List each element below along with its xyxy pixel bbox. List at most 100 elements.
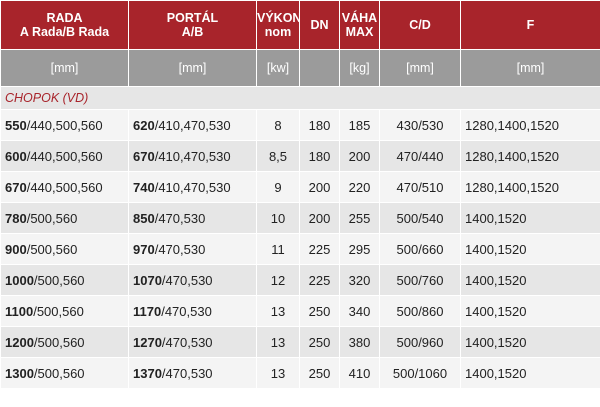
portal-main: 740 (133, 179, 155, 195)
portal-main: 850 (133, 210, 155, 226)
header-vaha: VÁHA MAX (340, 1, 379, 49)
cell-portal: 970/470,530 (129, 234, 256, 264)
header-dn: DN (300, 1, 339, 49)
table-row: 1300/500,560 1370/470,530 13 250 410 500… (1, 358, 600, 388)
rada-main: 1200 (5, 334, 34, 350)
cell-f: 1400,1520 (461, 265, 600, 295)
rada-main: 1100 (5, 303, 34, 319)
cell-dn: 250 (300, 296, 339, 326)
cell-cd: 500/860 (380, 296, 460, 326)
table-row: 780/500,560 850/470,530 10 200 255 500/5… (1, 203, 600, 233)
rada-main: 780 (5, 210, 27, 226)
cell-vykon: 10 (257, 203, 299, 233)
cell-vaha: 380 (340, 327, 379, 357)
rada-main: 600 (5, 148, 27, 164)
rada-variants: /500,560 (33, 272, 85, 288)
rada-main: 1300 (5, 365, 34, 381)
cell-portal: 1270/470,530 (129, 327, 256, 357)
unit-cd: [mm] (380, 50, 460, 86)
cell-f: 1400,1520 (461, 327, 600, 357)
table-row: 600/440,500,560 670/410,470,530 8,5 180 … (1, 141, 600, 171)
cell-f: 1280,1400,1520 (461, 141, 600, 171)
portal-main: 1070 (133, 272, 162, 288)
cell-vykon: 8,5 (257, 141, 299, 171)
portal-variants: /410,470,530 (154, 117, 231, 133)
cell-vykon: 8 (257, 110, 299, 140)
cell-dn: 250 (300, 358, 339, 388)
portal-variants: /410,470,530 (154, 179, 231, 195)
unit-portal: [mm] (129, 50, 256, 86)
cell-rada: 1100/500,560 (1, 296, 128, 326)
portal-main: 620 (133, 117, 155, 133)
cell-rada: 780/500,560 (1, 203, 128, 233)
cell-vaha: 200 (340, 141, 379, 171)
unit-f: [mm] (461, 50, 600, 86)
cell-rada: 1000/500,560 (1, 265, 128, 295)
cell-portal: 1370/470,530 (129, 358, 256, 388)
cell-rada: 1200/500,560 (1, 327, 128, 357)
section-row: CHOPOK (VD) (1, 87, 600, 109)
rada-variants: /500,560 (33, 303, 84, 319)
portal-main: 1370 (133, 365, 162, 381)
cell-rada: 1300/500,560 (1, 358, 128, 388)
cell-cd: 500/540 (380, 203, 460, 233)
portal-main: 1270 (133, 334, 162, 350)
cell-f: 1400,1520 (461, 296, 600, 326)
cell-rada: 600/440,500,560 (1, 141, 128, 171)
unit-dn (300, 50, 339, 86)
cell-f: 1400,1520 (461, 203, 600, 233)
cell-dn: 180 (300, 110, 339, 140)
cell-portal: 620/410,470,530 (129, 110, 256, 140)
table-row: 900/500,560 970/470,530 11 225 295 500/6… (1, 234, 600, 264)
cell-vaha: 340 (340, 296, 379, 326)
unit-rada: [mm] (1, 50, 128, 86)
cell-dn: 180 (300, 141, 339, 171)
rada-variants: /500,560 (26, 210, 78, 226)
unit-vykon: [kw] (257, 50, 299, 86)
cell-cd: 430/530 (380, 110, 460, 140)
rada-main: 550 (5, 117, 27, 133)
cell-portal: 740/410,470,530 (129, 172, 256, 202)
portal-variants: /470,530 (161, 272, 213, 288)
cell-portal: 1170/470,530 (129, 296, 256, 326)
cell-cd: 500/1060 (380, 358, 460, 388)
cell-f: 1400,1520 (461, 358, 600, 388)
header-rada: RADA A Rada/B Rada (1, 1, 128, 49)
portal-main: 1170 (133, 303, 162, 319)
portal-variants: /470,530 (154, 241, 206, 257)
portal-main: 670 (133, 148, 155, 164)
header-row: RADA A Rada/B Rada PORTÁL A/B VÝKON nom DN … (1, 1, 600, 49)
cell-vykon: 13 (257, 327, 299, 357)
cell-vykon: 12 (257, 265, 299, 295)
rada-variants: /440,500,560 (26, 148, 103, 164)
table-row: 550/440,500,560 620/410,470,530 8 180 18… (1, 110, 600, 140)
header-portal: PORTÁL A/B (129, 1, 256, 49)
cell-cd: 500/960 (380, 327, 460, 357)
rada-variants: /500,560 (33, 334, 85, 350)
cell-dn: 250 (300, 327, 339, 357)
cell-vykon: 13 (257, 296, 299, 326)
cell-dn: 225 (300, 265, 339, 295)
cell-f: 1400,1520 (461, 234, 600, 264)
cell-dn: 225 (300, 234, 339, 264)
rada-main: 670 (5, 179, 27, 195)
cell-rada: 670/440,500,560 (1, 172, 128, 202)
cell-vykon: 9 (257, 172, 299, 202)
cell-vykon: 13 (257, 358, 299, 388)
cell-cd: 470/510 (380, 172, 460, 202)
cell-cd: 500/660 (380, 234, 460, 264)
cell-dn: 200 (300, 203, 339, 233)
rada-variants: /440,500,560 (26, 179, 103, 195)
table-row: 1100/500,560 1170/470,530 13 250 340 500… (1, 296, 600, 326)
portal-variants: /410,470,530 (154, 148, 231, 164)
section-label: CHOPOK (VD) (1, 87, 600, 109)
cell-rada: 900/500,560 (1, 234, 128, 264)
cell-dn: 200 (300, 172, 339, 202)
header-vykon: VÝKON nom (257, 1, 299, 49)
cell-cd: 500/760 (380, 265, 460, 295)
table-row: 670/440,500,560 740/410,470,530 9 200 22… (1, 172, 600, 202)
cell-vaha: 185 (340, 110, 379, 140)
rada-variants: /500,560 (26, 241, 78, 257)
rada-variants: /500,560 (33, 365, 85, 381)
portal-variants: /470,530 (161, 365, 213, 381)
